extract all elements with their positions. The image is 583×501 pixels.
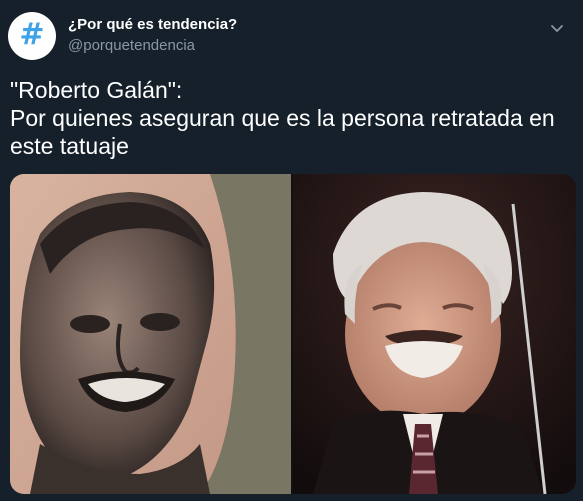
chevron-down-icon[interactable] bbox=[545, 16, 569, 40]
tweet-text: "Roberto Galán": Por quienes aseguran qu… bbox=[10, 76, 570, 160]
tweet-card[interactable]: # ¿Por qué es tendencia? @porquetendenci… bbox=[0, 0, 583, 501]
portrait-photo[interactable] bbox=[293, 174, 576, 494]
tattoo-photo[interactable] bbox=[10, 174, 291, 494]
author-names: ¿Por qué es tendencia? @porquetendencia bbox=[68, 16, 237, 56]
tweet-header: # ¿Por qué es tendencia? @porquetendenci… bbox=[8, 10, 571, 60]
avatar[interactable]: # bbox=[8, 12, 56, 60]
tweet-text-line: Por quienes aseguran que es la persona r… bbox=[10, 105, 555, 131]
hashtag-icon: # bbox=[19, 17, 45, 52]
display-name[interactable]: ¿Por qué es tendencia? bbox=[68, 16, 237, 34]
tweet-text-line: este tatuaje bbox=[10, 133, 129, 159]
user-handle[interactable]: @porquetendencia bbox=[68, 36, 237, 56]
media-grid bbox=[10, 174, 576, 494]
tweet-text-line: "Roberto Galán": bbox=[10, 77, 183, 103]
